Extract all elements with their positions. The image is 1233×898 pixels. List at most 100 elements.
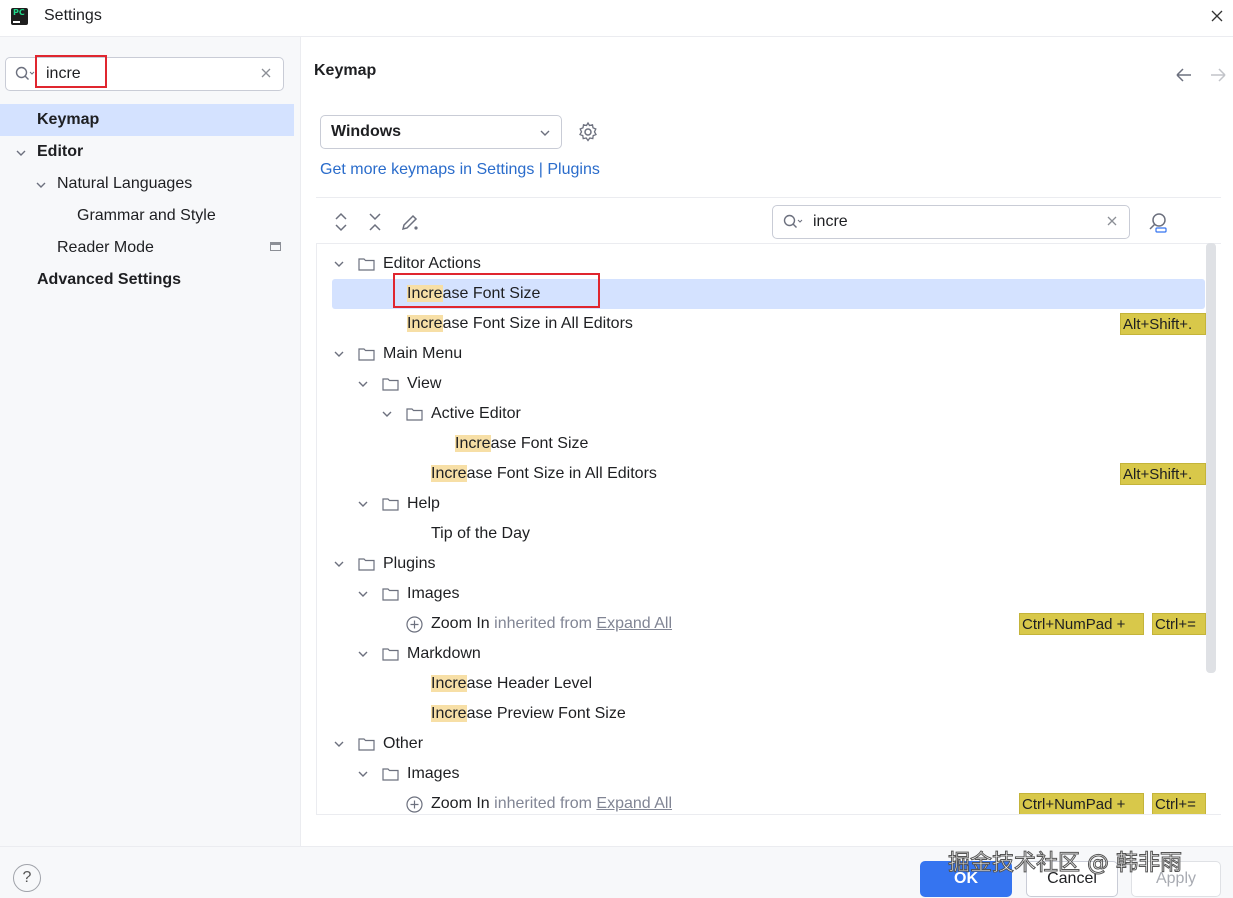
tree-node-help[interactable]: Help xyxy=(317,489,1207,519)
chevron-down-icon xyxy=(540,130,550,136)
sidebar-item-reader-mode[interactable]: Reader Mode xyxy=(0,232,294,264)
expand-all-link[interactable]: Expand All xyxy=(596,795,672,812)
close-icon[interactable] xyxy=(1207,6,1227,26)
action-label: Zoom In xyxy=(431,795,490,812)
tree-node-label: Other xyxy=(383,735,424,752)
settings-sidebar: incre Keymap Editor Natural Languages Gr… xyxy=(0,36,300,846)
tree-row[interactable]: Zoom In inherited from Expand All Ctrl+N… xyxy=(317,789,1207,814)
tree-row[interactable]: Increase Font Size in All Editors Alt+Sh… xyxy=(317,459,1207,489)
back-arrow-icon[interactable] xyxy=(1176,68,1191,82)
action-increase-font-size-all-editors: Increase Font Size in All Editors xyxy=(407,309,633,339)
clear-search-icon[interactable] xyxy=(1105,214,1119,228)
shortcut-badge: Ctrl+NumPad + xyxy=(1019,793,1144,814)
chevron-down-icon[interactable] xyxy=(15,147,27,159)
action-zoom-in: Zoom In inherited from Expand All xyxy=(431,609,672,639)
tree-node-main-menu[interactable]: Main Menu xyxy=(317,339,1207,369)
chevron-down-icon[interactable] xyxy=(333,258,345,270)
chevron-down-icon[interactable] xyxy=(357,498,369,510)
annotation-box-search xyxy=(35,55,107,88)
forward-arrow-icon[interactable] xyxy=(1211,68,1226,82)
tree-row[interactable]: Increase Preview Font Size xyxy=(317,699,1207,729)
chevron-down-icon[interactable] xyxy=(357,378,369,390)
folder-icon xyxy=(382,498,399,511)
sidebar-item-editor[interactable]: Editor xyxy=(0,136,294,168)
navigation-arrows xyxy=(1176,68,1226,82)
action-label: Zoom In xyxy=(431,615,490,632)
tree-row[interactable]: Tip of the Day xyxy=(317,519,1207,549)
expand-all-link[interactable]: Expand All xyxy=(596,615,672,632)
action-zoom-in: Zoom In inherited from Expand All xyxy=(431,789,672,814)
action-search-input[interactable]: incre xyxy=(772,205,1130,239)
sidebar-item-grammar-and-style[interactable]: Grammar and Style xyxy=(0,200,294,232)
tree-node-images[interactable]: Images xyxy=(317,759,1207,789)
tree-node-label: Help xyxy=(407,495,440,512)
tree-row[interactable]: Increase Font Size xyxy=(317,429,1207,459)
action-tip-of-the-day: Tip of the Day xyxy=(431,525,531,542)
chevron-down-icon[interactable] xyxy=(357,648,369,660)
sidebar-item-label: Reader Mode xyxy=(57,239,154,256)
annotation-box-selected-action xyxy=(393,273,600,308)
tree-node-images[interactable]: Images xyxy=(317,579,1207,609)
search-match-highlight: Incre xyxy=(431,705,467,722)
clear-search-icon[interactable] xyxy=(259,66,273,80)
tree-node-view[interactable]: View xyxy=(317,369,1207,399)
tree-scrollbar[interactable] xyxy=(1206,243,1216,673)
action-label-rest: ase Font Size xyxy=(490,435,589,452)
chevron-down-icon[interactable] xyxy=(381,408,393,420)
action-increase-header-level: Increase Header Level xyxy=(431,669,592,699)
tree-node-plugins[interactable]: Plugins xyxy=(317,549,1207,579)
tree-row[interactable]: Increase Font Size in All Editors Alt+Sh… xyxy=(317,309,1207,339)
tree-node-label: Images xyxy=(407,765,460,782)
folder-icon xyxy=(358,348,375,361)
find-by-shortcut-icon[interactable] xyxy=(1146,210,1170,234)
chevron-down-icon[interactable] xyxy=(333,558,345,570)
get-more-keymaps-link[interactable]: Get more keymaps in Settings | Plugins xyxy=(320,161,600,179)
search-icon xyxy=(15,66,35,80)
tree-node-markdown[interactable]: Markdown xyxy=(317,639,1207,669)
tree-row[interactable]: Increase Header Level xyxy=(317,669,1207,699)
keymap-action-tree: Editor Actions Increase Font Size Increa… xyxy=(316,243,1221,815)
zoom-in-icon xyxy=(406,796,423,813)
tree-node-label: Markdown xyxy=(407,645,481,662)
sidebar-item-keymap[interactable]: Keymap xyxy=(0,104,294,136)
folder-icon xyxy=(382,768,399,781)
action-increase-font-size-all-editors: Increase Font Size in All Editors xyxy=(431,459,657,489)
shortcut-badge: Alt+Shift+. xyxy=(1120,313,1206,335)
collapse-all-icon[interactable] xyxy=(363,210,387,234)
tree-node-other[interactable]: Other xyxy=(317,729,1207,759)
chevron-down-icon[interactable] xyxy=(357,768,369,780)
sidebar-item-label: Grammar and Style xyxy=(77,207,216,224)
window-title: Settings xyxy=(44,7,102,24)
chevron-down-icon[interactable] xyxy=(333,738,345,750)
folder-icon xyxy=(382,588,399,601)
shortcut-badge: Ctrl+NumPad + xyxy=(1019,613,1144,635)
tree-node-active-editor[interactable]: Active Editor xyxy=(317,399,1207,429)
tree-node-label: Images xyxy=(407,585,460,602)
tree-row[interactable]: Zoom In inherited from Expand All Ctrl+N… xyxy=(317,609,1207,639)
edit-shortcut-icon[interactable] xyxy=(398,210,422,234)
search-match-highlight: Incre xyxy=(455,435,491,452)
sidebar-item-label: Keymap xyxy=(37,111,100,128)
help-button[interactable]: ? xyxy=(13,864,41,892)
gear-icon[interactable] xyxy=(576,120,600,144)
action-label-rest: ase Font Size in All Editors xyxy=(442,315,633,332)
chevron-down-icon[interactable] xyxy=(357,588,369,600)
tree-node-label: View xyxy=(407,375,442,392)
title-bar: Settings xyxy=(0,0,1233,36)
chevron-down-icon[interactable] xyxy=(35,179,47,191)
search-match-highlight: Incre xyxy=(431,465,467,482)
expand-all-icon[interactable] xyxy=(329,210,353,234)
search-match-highlight: Incre xyxy=(407,315,443,332)
folder-icon xyxy=(382,648,399,661)
keymap-select-value: Windows xyxy=(331,123,402,140)
sidebar-item-natural-languages[interactable]: Natural Languages xyxy=(0,168,294,200)
tree-node-label: Main Menu xyxy=(383,345,463,362)
keymap-panel: Keymap Windows Get more keymaps in Setti… xyxy=(300,36,1233,846)
pycharm-icon xyxy=(11,8,28,25)
folder-icon xyxy=(358,738,375,751)
sidebar-item-advanced-settings[interactable]: Advanced Settings xyxy=(0,264,294,296)
folder-icon xyxy=(382,378,399,391)
watermark: 掘金技术社区 @ 韩非雨 xyxy=(948,851,1183,877)
keymap-select[interactable]: Windows xyxy=(320,115,562,149)
chevron-down-icon[interactable] xyxy=(333,348,345,360)
